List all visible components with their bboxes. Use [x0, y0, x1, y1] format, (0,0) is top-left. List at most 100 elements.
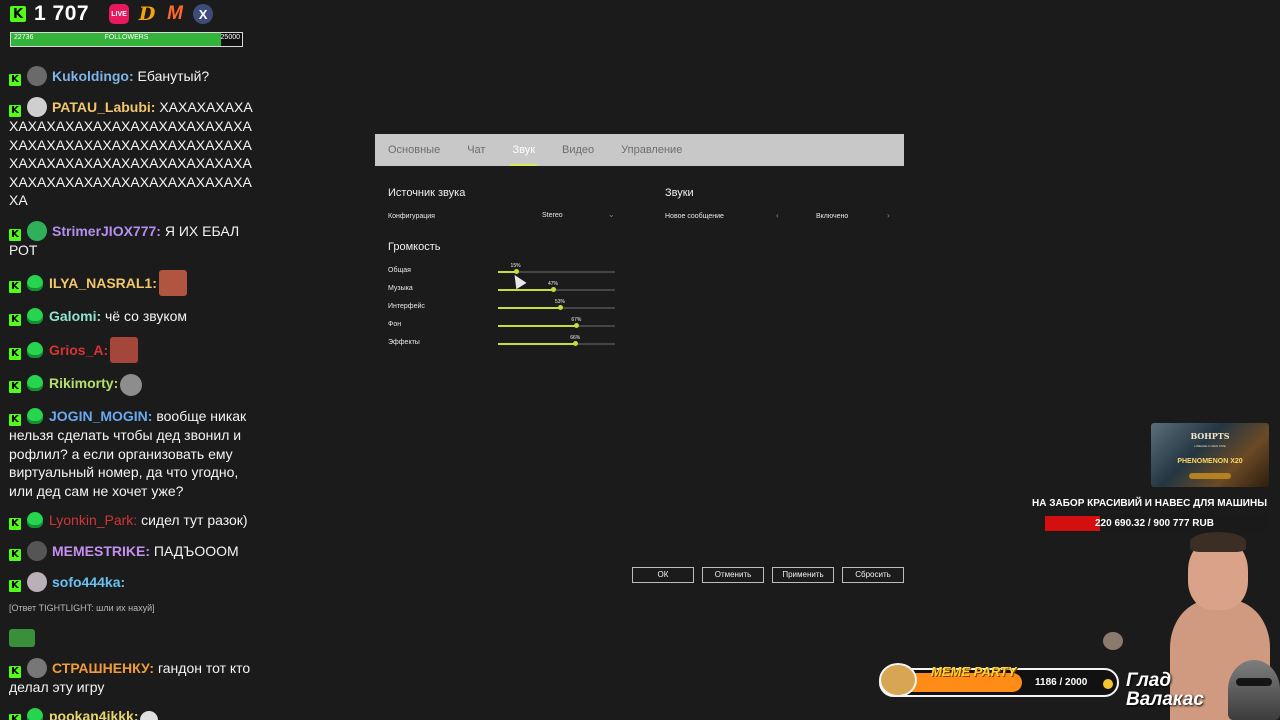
- chat-message: K СТРАШНЕНКУ: гандон тот кто делал эту иг…: [9, 657, 259, 697]
- chat-nick[interactable]: Lyonkin_Park:: [49, 512, 137, 528]
- subscriber-badge-icon: [27, 308, 43, 324]
- streamer-nameplate: Глад Валакас: [1126, 671, 1204, 709]
- slider-label-master: Общая: [388, 267, 411, 274]
- vk-live-icon: LIVE: [109, 4, 130, 24]
- slider-value: 66%: [570, 335, 581, 341]
- tab-chat[interactable]: Чат: [467, 144, 485, 156]
- slider-background[interactable]: 67%: [498, 317, 615, 328]
- chat-nick[interactable]: JOGIN_MOGIN:: [49, 408, 152, 424]
- slider-value: 15%: [510, 263, 521, 269]
- chat-message: K JOGIN_MOGIN: вообще никак нельзя сделат…: [9, 407, 259, 500]
- chat-nick[interactable]: ILYA_NASRAL1:: [49, 275, 157, 291]
- coin-icon: [1103, 679, 1113, 689]
- raccoon-emote-icon: [120, 374, 143, 396]
- chat-message: K Galomi: чё со звуком: [9, 307, 259, 326]
- settings-buttons: ОК Отменить Применить Сбросить: [632, 567, 904, 583]
- slider-knob[interactable]: [573, 341, 579, 346]
- kick-badge-icon: K: [9, 549, 21, 561]
- promo-cta: [1189, 473, 1231, 479]
- chat-nick[interactable]: Galomi:: [49, 308, 101, 324]
- tab-general[interactable]: Основные: [388, 144, 440, 156]
- slider-label-music: Музыка: [388, 285, 413, 292]
- slider-knob[interactable]: [550, 287, 556, 292]
- kick-badge-icon: K: [9, 714, 21, 720]
- config-dropdown[interactable]: Stereo: [542, 212, 563, 219]
- chat-nick[interactable]: Rikimorty:: [49, 375, 118, 391]
- chevron-right-icon[interactable]: ›: [887, 211, 890, 220]
- chat-feed: K Kukoldingo: Ебанутый? K PATAU_Labubi: ХА…: [9, 66, 259, 720]
- sound-source-title: Источник звука: [388, 187, 466, 199]
- followers-label: FOLLOWERS: [104, 34, 149, 41]
- chat-nick[interactable]: pookan4ikkk:: [49, 708, 138, 720]
- chat-message: K ILYA_NASRAL1:: [9, 270, 259, 296]
- slider-fill: [498, 325, 577, 327]
- slider-fill: [498, 289, 553, 291]
- slider-effects[interactable]: 66%: [498, 335, 615, 346]
- avatar: [27, 220, 47, 241]
- chat-message: K Grios_A:: [9, 337, 259, 363]
- promo-title: PHENOMENON X20: [1177, 458, 1243, 465]
- followers-goal: 25000: [220, 34, 240, 41]
- apply-button[interactable]: Применить: [772, 567, 834, 583]
- slider-value: 67%: [571, 317, 582, 323]
- chat-nick[interactable]: StrimerJIOX777:: [52, 223, 161, 239]
- chat-text: чё со звуком: [101, 308, 188, 324]
- config-label: Конфигурация: [388, 213, 435, 220]
- tab-video[interactable]: Видео: [562, 144, 594, 156]
- chat-text: Ебанутый?: [133, 68, 210, 84]
- chat-text: сидел тут разок): [137, 512, 248, 528]
- sounds-title: Звуки: [665, 187, 694, 199]
- chat-nick[interactable]: СТРАШНЕНКУ:: [52, 660, 154, 676]
- slider-knob[interactable]: [574, 323, 580, 328]
- doge-icon: [879, 663, 917, 697]
- kick-badge-icon: K: [9, 665, 21, 678]
- chat-nick[interactable]: Kukoldingo:: [52, 68, 134, 84]
- chat-message: [9, 625, 259, 647]
- chat-message: K StrimerJIOX777: Я ИХ ЕБАЛ РОТ: [9, 220, 259, 260]
- reply-reference: [Ответ TIGHTLIGHT: шли их нахуй]: [9, 603, 155, 613]
- followers-goal-bar: 22736 FOLLOWERS 25000: [10, 32, 243, 47]
- reset-button[interactable]: Сбросить: [842, 567, 904, 583]
- meme-party-label: MEME PARTY: [931, 664, 1017, 679]
- stream-stats: K 1 707 LIVE D M X: [10, 2, 260, 26]
- chat-nick[interactable]: MEMESTRIKE:: [52, 543, 150, 559]
- chat-nick[interactable]: PATAU_Labubi:: [52, 99, 155, 115]
- slider-fill: [498, 307, 560, 309]
- slider-interface[interactable]: 53%: [498, 299, 615, 310]
- mouse-cursor-icon: [509, 271, 527, 290]
- avatar: [27, 97, 47, 117]
- chat-text: ХАХАХАХАХАХАХАХАХАХАХАХАХАХАХАХАХАХАХАХА…: [9, 99, 253, 208]
- chevron-left-icon[interactable]: ‹: [776, 211, 779, 220]
- tab-sound[interactable]: Звук: [510, 144, 537, 166]
- chat-nick[interactable]: sofo444ka:: [52, 574, 125, 590]
- cancel-button[interactable]: Отменить: [702, 567, 764, 583]
- kick-badge-icon: K: [9, 518, 21, 530]
- donation-goal-text: 220 690.32 / 900 777 RUB: [1095, 518, 1214, 529]
- volume-title: Громкость: [388, 241, 441, 253]
- kick-badge-icon: K: [9, 314, 21, 326]
- settings-panel: Основные Чат Звук Видео Управление Источ…: [375, 134, 904, 346]
- slider-master[interactable]: 15%: [498, 263, 615, 274]
- meme-party-bar: MEME PARTY 1186 / 2000: [879, 663, 1119, 697]
- new-message-label: Новое сообщение: [665, 213, 724, 220]
- chevron-down-icon[interactable]: ⌄: [608, 210, 615, 219]
- nameplate-line1: Глад: [1126, 670, 1172, 691]
- donationalerts-icon: D: [138, 3, 156, 25]
- chat-message: Kpookan4ikkk:: [9, 707, 259, 720]
- chat-message: K Lyonkin_Park: сидел тут разок): [9, 511, 259, 530]
- subscriber-badge-icon: [27, 708, 43, 720]
- ok-button[interactable]: ОК: [632, 567, 694, 583]
- slider-knob[interactable]: [558, 305, 563, 310]
- subscriber-badge-icon: [27, 375, 43, 391]
- subscriber-badge-icon: [27, 342, 43, 358]
- tab-controls[interactable]: Управление: [621, 144, 682, 156]
- small-animated-sticker: [1103, 632, 1123, 650]
- kick-badge-icon: K: [9, 381, 21, 393]
- game-promo-banner: ВОНРТS LINEAGE 2 HIGH FIVE PHENOMENON X2…: [1151, 423, 1269, 487]
- kick-badge-icon: K: [9, 105, 21, 117]
- chat-nick[interactable]: Grios_A:: [49, 342, 108, 358]
- slider-value: 53%: [555, 299, 566, 305]
- slider-label-effects: Эффекты: [388, 339, 420, 346]
- kick-badge-icon: K: [9, 414, 21, 426]
- kick-logo-icon: K: [10, 6, 26, 22]
